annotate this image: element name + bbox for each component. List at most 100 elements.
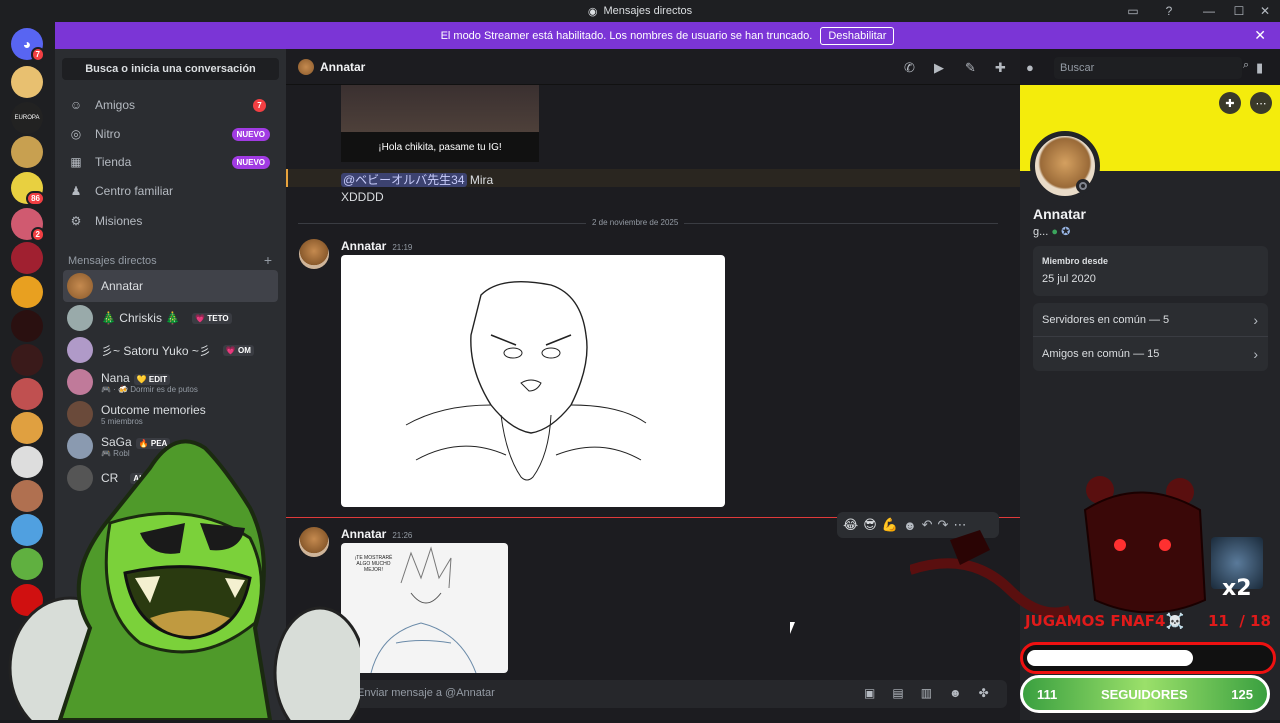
server-icon[interactable]: 86: [11, 172, 45, 206]
dm-status: 🎮 · 🍻 Dormir es de putos: [101, 384, 198, 394]
overlay-progress-bar: [1020, 642, 1276, 674]
nav-family-center[interactable]: ♟ Centro familiar: [63, 177, 278, 205]
server-icon[interactable]: [11, 344, 43, 376]
stream-overlay-animatronic: [908, 470, 1210, 670]
chevron-right-icon: ›: [1253, 311, 1258, 328]
dm-item-annatar[interactable]: Annatar: [63, 270, 278, 302]
server-badge: 2: [30, 227, 45, 242]
avatar: [67, 273, 93, 299]
server-badge: 86: [26, 191, 45, 206]
sketch-image[interactable]: [341, 255, 725, 507]
server-icon[interactable]: EUROPA: [11, 102, 43, 134]
add-friend-icon[interactable]: ✚: [1219, 92, 1241, 114]
dm-section-header: Mensajes directos: [68, 255, 157, 267]
profile-name: Annatar: [1033, 206, 1086, 222]
apps-icon[interactable]: ✤: [979, 686, 989, 700]
mutual-friends-label: Amigos en común — 15: [1042, 348, 1160, 360]
minimize-button[interactable]: —: [1194, 0, 1224, 22]
friends-badge: 7: [253, 98, 266, 112]
new-badge: NUEVO: [231, 127, 270, 141]
more-icon[interactable]: ⋯: [1250, 92, 1272, 114]
followers-goal-bar: 111 SEGUIDORES 125: [1020, 675, 1270, 713]
inbox-icon[interactable]: ▭: [1118, 0, 1148, 22]
server-icon[interactable]: 2: [11, 208, 45, 242]
help-icon[interactable]: ?: [1154, 0, 1184, 22]
followers-current: 111: [1037, 686, 1058, 702]
dm-item[interactable]: 彡~ Satoru Yuko ~彡 💗 OM: [63, 334, 278, 366]
dm-item[interactable]: 🎄 Chriskis 🎄 💗 TETO: [63, 302, 278, 334]
image-caption: ¡Hola chikita, pasame tu IG!: [341, 132, 539, 162]
server-icon[interactable]: [11, 310, 43, 342]
date-divider-label: 2 de noviembre de 2025: [586, 218, 685, 227]
streamer-mode-bar: El modo Streamer está habilitado. Los no…: [55, 22, 1280, 49]
new-badge: NUEVO: [231, 155, 270, 169]
nav-label: Amigos: [95, 98, 136, 112]
member-since-label: Miembro desde: [1042, 256, 1109, 266]
sticker-icon[interactable]: ▥: [921, 686, 932, 700]
dm-item-group[interactable]: Outcome memories 5 miembros: [63, 398, 278, 430]
overlay-progress-fill: [1027, 650, 1193, 666]
emoji-icon[interactable]: ☻: [949, 686, 962, 700]
status-indicator: [1076, 179, 1090, 193]
mention[interactable]: @ベビーオルバ先生34: [341, 173, 467, 187]
gift-icon[interactable]: ▣: [864, 686, 875, 700]
dm-tag: 💗 OM: [222, 344, 254, 356]
sketch-drawing: [405, 280, 647, 481]
dm-item[interactable]: Nana 💛 EDIT 🎮 · 🍻 Dormir es de putos: [63, 366, 278, 398]
nav-label: Misiones: [95, 214, 143, 228]
message-text: @ベビーオルバ先生34 Mira: [341, 171, 493, 188]
server-icon[interactable]: [11, 242, 43, 274]
pin-icon[interactable]: ✎: [965, 60, 976, 76]
home-button[interactable]: ◕ 7: [11, 28, 45, 62]
search-input[interactable]: Buscar: [1054, 57, 1242, 79]
member-since-card: Miembro desde 25 jul 2020: [1033, 246, 1268, 296]
window-title: Mensajes directos: [603, 5, 693, 17]
server-icon[interactable]: [11, 66, 43, 98]
badge-icon: ✪: [1061, 226, 1071, 238]
profile-icon[interactable]: ●: [1026, 60, 1034, 75]
call-icon[interactable]: ✆: [904, 60, 915, 76]
avatar[interactable]: [299, 239, 329, 269]
chat-recipient: Annatar: [320, 59, 366, 74]
reaction-button[interactable]: 💪: [882, 517, 898, 533]
server-icon[interactable]: [11, 276, 43, 308]
video-icon[interactable]: ▶: [934, 60, 944, 76]
mutual-friends-row[interactable]: Amigos en común — 15 ›: [1033, 337, 1268, 371]
inbox-icon[interactable]: ▮: [1256, 60, 1263, 76]
profile-tagline: g...: [1033, 226, 1049, 238]
avatar: [298, 58, 314, 75]
server-icon[interactable]: [11, 136, 43, 168]
reaction-button[interactable]: 😂: [843, 517, 858, 533]
stream-overlay-character: [0, 428, 367, 723]
server-icon[interactable]: [11, 378, 43, 410]
nav-quests[interactable]: ⚙ Misiones: [63, 207, 278, 235]
close-icon[interactable]: ✕: [1254, 27, 1266, 44]
dm-name: 🎄 Chriskis 🎄: [101, 311, 181, 325]
nav-label: Nitro: [95, 127, 121, 141]
gif-icon[interactable]: ▤: [892, 686, 903, 700]
author-name[interactable]: Annatar: [341, 239, 386, 253]
home-badge: 7: [30, 47, 45, 62]
discord-icon: ◉: [587, 5, 598, 18]
game-counter: 11 / 18: [1208, 612, 1271, 630]
nav-friends[interactable]: ☺ Amigos 7: [63, 91, 278, 119]
profile-avatar[interactable]: [1030, 131, 1100, 201]
followers-label: SEGUIDORES: [1100, 686, 1188, 702]
sketch-image[interactable]: ¡TE MOSTRARÉ ALGO MUCHO MEJOR!: [341, 543, 508, 673]
close-button[interactable]: ✕: [1250, 0, 1280, 22]
find-conversation-button[interactable]: Busca o inicia una conversación: [62, 58, 279, 80]
chevron-right-icon: ›: [1253, 346, 1258, 362]
quests-icon: ⚙: [70, 214, 82, 228]
followers-goal: 125: [1231, 686, 1253, 702]
disable-streamer-button[interactable]: Deshabilitar: [820, 26, 895, 45]
nav-shop[interactable]: ▦ Tienda NUEVO: [63, 148, 278, 176]
add-friend-icon[interactable]: ✚: [995, 60, 1006, 76]
title-bar: ◉ Mensajes directos ▭ ? — ☐ ✕: [0, 0, 1280, 22]
game-label: JUGAMOS FNAF4☠️: [1025, 612, 1185, 630]
reaction-button[interactable]: 😎: [863, 517, 877, 533]
dm-status: 5 miembros: [101, 416, 143, 426]
create-dm-icon[interactable]: +: [264, 252, 272, 268]
mutual-servers-row[interactable]: Servidores en común — 5 ›: [1033, 303, 1268, 337]
mutual-servers-label: Servidores en común — 5: [1042, 313, 1170, 326]
nav-nitro[interactable]: ◎ Nitro NUEVO: [63, 120, 278, 148]
